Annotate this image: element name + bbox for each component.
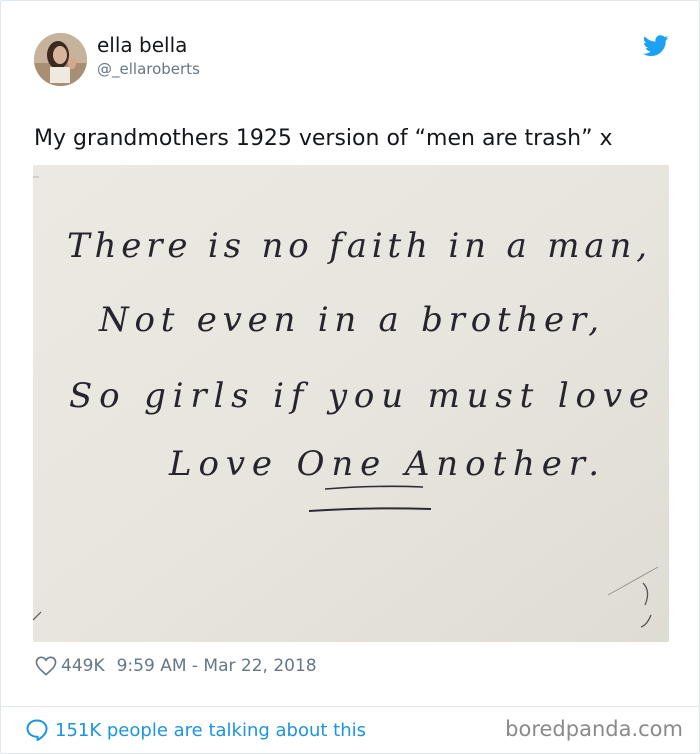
timestamp[interactable]: 9:59 AM - Mar 22, 2018 [117,656,317,676]
heart-icon[interactable] [35,656,57,676]
like-count[interactable]: 449K [61,656,105,676]
tweet-text: My grandmothers 1925 version of “men are… [34,126,613,151]
watermark: boredpanda.com [505,717,683,741]
twitter-bird-icon[interactable] [642,35,669,57]
handwriting-line-3: So girls if you must love [69,376,649,416]
tweet-card: ella bella @_ellaroberts My grandmothers… [0,0,700,754]
handwriting-line-2: Not even in a brother, [98,300,599,340]
handwriting-line-1: There is no faith in a man, [67,226,647,266]
avatar[interactable] [34,33,87,86]
display-name[interactable]: ella bella [97,33,187,57]
talking-text[interactable]: 151K people are talking about this [55,720,366,741]
talking-link[interactable]: 151K people are talking about this [25,718,366,742]
divider [1,706,699,707]
tweet-meta: 449K 9:59 AM - Mar 22, 2018 [35,655,317,677]
speech-bubble-icon [25,718,49,742]
tweet-photo[interactable]: There is no faith in a man, Not even in … [33,165,669,642]
user-handle[interactable]: @_ellaroberts [97,60,200,78]
